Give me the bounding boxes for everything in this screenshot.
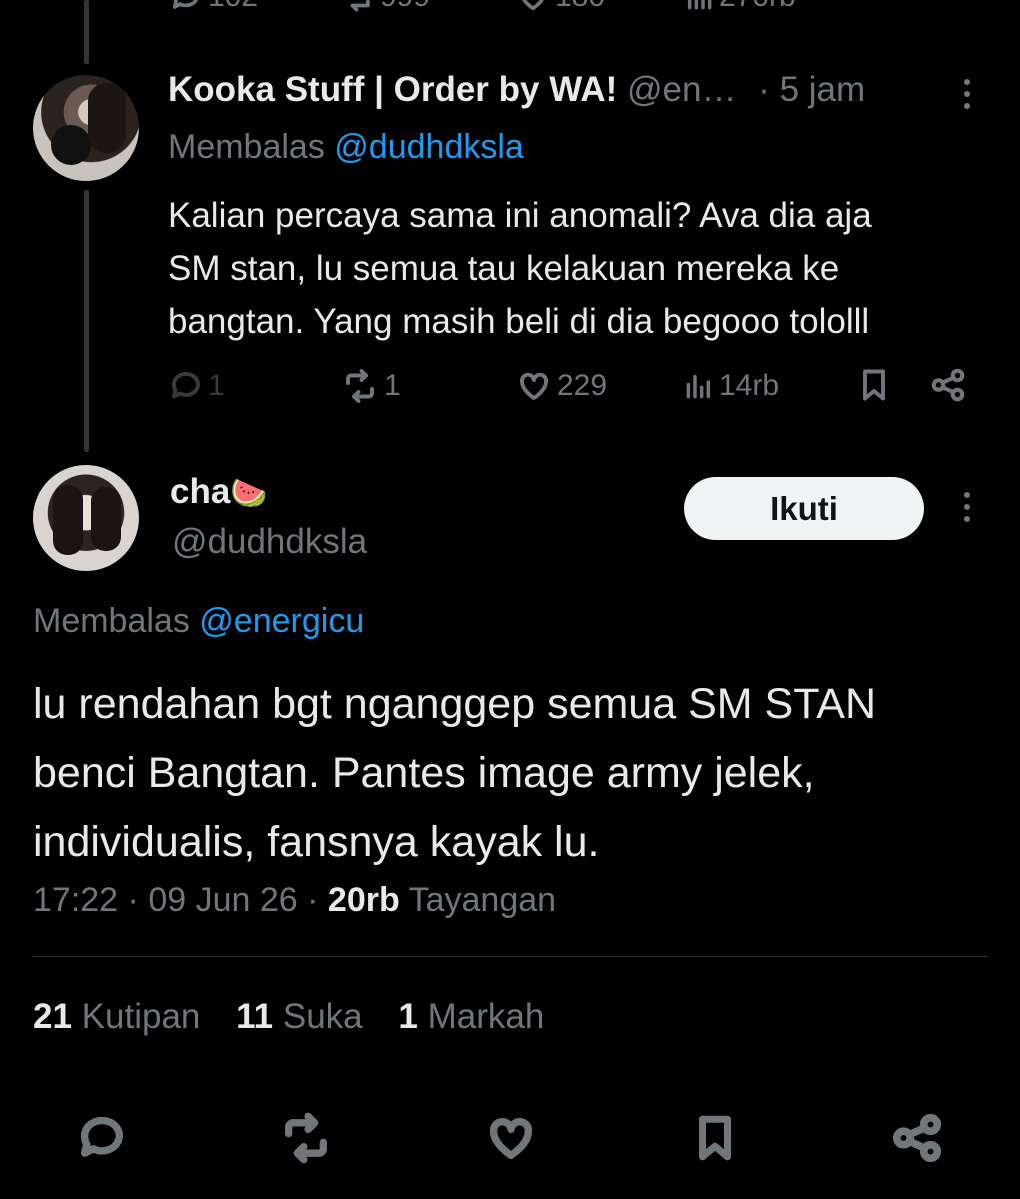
replying-to-link[interactable]: @energicu bbox=[199, 602, 364, 640]
cha-handle[interactable]: @dudhdksla bbox=[172, 522, 367, 562]
bookmarks-count: 1 bbox=[398, 997, 418, 1036]
views-icon bbox=[687, 0, 712, 10]
kooka-time[interactable]: · 5 jam bbox=[758, 70, 865, 109]
kooka-like-count: 229 bbox=[557, 369, 608, 402]
kooka-repost-button[interactable]: 1 bbox=[340, 368, 401, 404]
replying-prefix: Membalas bbox=[168, 128, 325, 166]
cha-name-row[interactable]: cha🍉 bbox=[170, 472, 268, 512]
reply-button[interactable] bbox=[76, 1112, 128, 1169]
cha-tweet-text: lu rendahan bgt nganggep semua SM STAN b… bbox=[33, 670, 876, 877]
share-button[interactable] bbox=[890, 1110, 944, 1171]
share-icon bbox=[892, 1113, 942, 1163]
watermelon-icon: 🍉 bbox=[230, 477, 268, 510]
kooka-replying-to: Membalas @dudhdksla bbox=[168, 128, 524, 167]
quotes-label: Kutipan bbox=[81, 997, 201, 1036]
previous-reply-stat[interactable]: 102 bbox=[168, 0, 258, 14]
like-icon bbox=[522, 0, 544, 11]
bookmark-icon bbox=[863, 369, 885, 401]
replying-prefix: Membalas bbox=[33, 602, 190, 640]
bookmark-icon bbox=[698, 1115, 732, 1161]
thread-line bbox=[84, 190, 89, 452]
repost-button[interactable] bbox=[276, 1112, 336, 1169]
kooka-reply-button[interactable]: 1 bbox=[168, 368, 225, 404]
kooka-display-name[interactable]: Kooka Stuff | Order by WA! bbox=[168, 70, 617, 109]
kooka-header: Kooka Stuff | Order by WA! @en… · 5 jam bbox=[168, 70, 968, 120]
kooka-handle[interactable]: @en… bbox=[627, 70, 736, 109]
views-icon bbox=[686, 374, 711, 399]
tweet-date[interactable]: 09 Jun 26 bbox=[148, 881, 297, 919]
previous-tweet-stats: 102 999 180 270rb bbox=[0, 0, 1020, 22]
cha-replying-to: Membalas @energicu bbox=[33, 602, 364, 641]
previous-repost-stat[interactable]: 999 bbox=[340, 0, 430, 14]
replying-to-link[interactable]: @dudhdksla bbox=[334, 128, 524, 166]
repost-icon bbox=[284, 1112, 328, 1164]
likes-count: 11 bbox=[236, 997, 274, 1036]
kooka-tweet-text: Kalian percaya sama ini anomali? Ava dia… bbox=[168, 189, 872, 348]
repost-icon bbox=[346, 369, 374, 403]
kooka-avatar[interactable] bbox=[33, 75, 139, 181]
tweet-time[interactable]: 17:22 bbox=[33, 881, 118, 919]
cha-avatar[interactable] bbox=[33, 465, 139, 571]
tweet-text-line: lu rendahan bgt nganggep semua SM STAN bbox=[33, 680, 877, 728]
like-button[interactable] bbox=[483, 1112, 539, 1169]
kooka-views-button[interactable]: 14rb bbox=[683, 368, 779, 404]
reply-icon bbox=[172, 371, 200, 399]
bookmark-button[interactable] bbox=[690, 1110, 740, 1171]
previous-like-stat[interactable]: 180 bbox=[515, 0, 605, 14]
divider bbox=[33, 956, 988, 957]
likes-label: Suka bbox=[282, 997, 363, 1036]
previous-repost-count: 999 bbox=[380, 0, 430, 14]
views-count: 20rb bbox=[327, 881, 400, 919]
kooka-bookmark-button[interactable] bbox=[856, 366, 892, 404]
reply-icon bbox=[172, 0, 199, 9]
likes-link[interactable]: 11 Suka bbox=[236, 997, 372, 1036]
follow-button[interactable]: Ikuti bbox=[684, 477, 924, 540]
kooka-repost-count: 1 bbox=[384, 369, 401, 402]
like-icon bbox=[520, 372, 548, 400]
views-label: Tayangan bbox=[408, 881, 557, 919]
bookmarks-label: Markah bbox=[427, 997, 545, 1036]
kooka-like-button[interactable]: 229 bbox=[515, 368, 607, 404]
reply-icon bbox=[80, 1116, 123, 1157]
cha-display-name: cha bbox=[170, 472, 231, 511]
kooka-share-button[interactable] bbox=[929, 366, 967, 404]
tweet-text-line: Kalian percaya sama ini anomali? Ava dia… bbox=[168, 196, 872, 235]
previous-views-count: 270rb bbox=[719, 0, 796, 14]
bookmarks-link[interactable]: 1 Markah bbox=[398, 997, 544, 1036]
kooka-reply-count: 1 bbox=[208, 369, 225, 402]
tweet-text-line: bangtan. Yang masih beli di dia begooo t… bbox=[168, 302, 870, 341]
engagement-row: 21 Kutipan 11 Suka 1 Markah bbox=[33, 997, 544, 1037]
repost-icon bbox=[350, 0, 370, 12]
cha-more-icon[interactable] bbox=[958, 492, 976, 532]
previous-views-stat[interactable]: 270rb bbox=[683, 0, 796, 14]
quotes-count: 21 bbox=[33, 997, 72, 1036]
previous-reply-count: 102 bbox=[208, 0, 258, 14]
kooka-views-count: 14rb bbox=[719, 369, 780, 402]
tweet-text-line: SM stan, lu semua tau kelakuan mereka ke bbox=[168, 249, 840, 288]
tweet-meta: 17:22 · 09 Jun 26 · 20rb Tayangan bbox=[33, 881, 556, 920]
tweet-text-line: individualis, fansnya kayak lu. bbox=[33, 818, 600, 866]
tweet-text-line: benci Bangtan. Pantes image army jelek, bbox=[33, 749, 815, 797]
meta-separator: · bbox=[127, 881, 139, 919]
meta-separator: · bbox=[307, 881, 319, 919]
previous-like-count: 180 bbox=[555, 0, 605, 14]
kooka-more-icon[interactable] bbox=[958, 79, 976, 119]
like-icon bbox=[489, 1118, 533, 1160]
quotes-link[interactable]: 21 Kutipan bbox=[33, 997, 210, 1036]
share-icon bbox=[931, 368, 965, 402]
